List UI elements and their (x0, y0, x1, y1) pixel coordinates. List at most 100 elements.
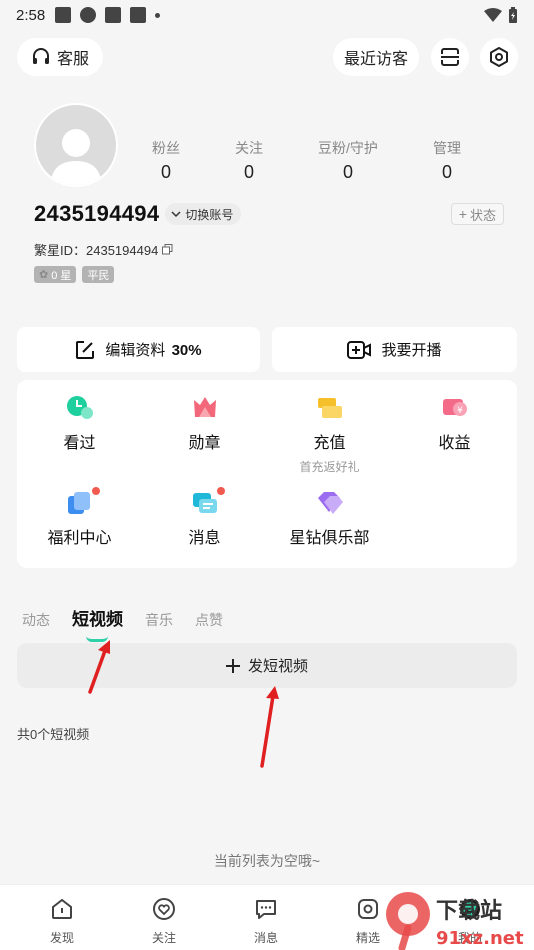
grid-item-welfare[interactable]: 福利中心 (17, 487, 142, 548)
grid-item-recharge[interactable]: 充值 首充返好礼 (267, 395, 392, 475)
copy-icon[interactable] (162, 244, 173, 255)
notification-dot (91, 487, 100, 495)
grid-label: 消息 (188, 530, 221, 547)
stat-value: 0 (160, 162, 171, 182)
stat-value: 0 (441, 162, 452, 182)
empty-list-message: 当前列表为空哦~ (213, 853, 321, 869)
diamond-club-icon (316, 490, 344, 516)
earnings-icon: ¥ (441, 395, 469, 421)
grid-item-earnings[interactable]: ¥ 收益 (392, 395, 517, 453)
grid-label: 收益 (438, 435, 471, 452)
status-bar: 2:58 (0, 0, 534, 30)
star-icon: ✿ (39, 269, 49, 281)
more-notifications-icon (155, 12, 161, 18)
featured-icon (358, 899, 378, 919)
top-bar: 客服 最近访客 (0, 38, 534, 76)
customer-service-button[interactable]: 客服 (17, 38, 103, 76)
status-time: 2:58 (16, 6, 46, 24)
stat-following[interactable]: 关注 0 (204, 138, 294, 183)
level-tags: ✿ 0 星 平民 (34, 266, 115, 283)
start-live-button[interactable]: 我要开播 (272, 327, 517, 372)
grid-label: 充值 (313, 435, 346, 452)
battery-icon (509, 7, 517, 23)
notification-icon (105, 7, 122, 23)
switch-account-label: 切换账号 (185, 207, 234, 222)
heart-icon (153, 898, 175, 920)
user-id-row: 繁星ID：2435194494 (34, 240, 173, 259)
stat-label: 豆粉/守护 (318, 140, 378, 156)
stats-row: 粉丝 0 关注 0 豆粉/守护 0 管理 0 (0, 138, 534, 182)
pinwheel-icon (80, 7, 97, 23)
stat-label: 管理 (433, 140, 461, 156)
grid-label: 福利中心 (47, 530, 112, 547)
notification-icon (130, 7, 147, 23)
tab-music[interactable]: 音乐 (145, 610, 173, 630)
nav-messages[interactable]: 消息 (236, 897, 296, 946)
notification-dot (216, 487, 225, 495)
recent-visitors-label: 最近访客 (343, 51, 408, 68)
start-live-label: 我要开播 (381, 342, 442, 359)
chevron-down-icon (171, 211, 181, 218)
edit-profile-button[interactable]: 编辑资料 30% (17, 327, 260, 372)
rank-badge: 平民 (82, 266, 115, 283)
headset-icon (32, 48, 49, 64)
user-row: 2435194494 切换账号 + 状态 (34, 200, 504, 228)
switch-account-button[interactable]: 切换账号 (165, 203, 242, 225)
home-icon (52, 898, 72, 919)
stat-label: 粉丝 (152, 140, 180, 156)
nav-label: 消息 (253, 931, 278, 945)
grid-label: 看过 (63, 435, 96, 452)
grid-item-star-diamond-club[interactable]: 星钻俱乐部 (267, 490, 392, 548)
grid-item-messages[interactable]: 消息 (142, 487, 267, 548)
customer-service-label: 客服 (56, 51, 89, 68)
recharge-icon (316, 395, 344, 421)
watermark-brand: 下载站 (436, 898, 502, 924)
watermark-site: 91xz.net (436, 928, 524, 949)
live-camera-icon (347, 340, 372, 359)
settings-button[interactable] (480, 38, 518, 76)
post-short-video-label: 发短视频 (247, 658, 308, 675)
grid-item-medals[interactable]: 勋章 (142, 395, 267, 453)
message-icon (191, 487, 225, 516)
notification-icon (55, 7, 72, 23)
video-count: 共0个短视频 (17, 727, 90, 742)
stat-value: 0 (243, 162, 254, 182)
nav-following[interactable]: 关注 (134, 897, 194, 946)
profile-completion: 30% (171, 342, 202, 359)
scan-icon (441, 48, 459, 66)
status-label: 状态 (469, 207, 496, 223)
history-icon (66, 395, 94, 421)
annotation-arrow (260, 686, 279, 768)
content-tabs: 动态 短视频 音乐 点赞 (22, 598, 223, 642)
username: 2435194494 (34, 201, 160, 226)
recent-visitors-button[interactable]: 最近访客 (333, 38, 419, 76)
nav-label: 关注 (151, 931, 176, 945)
edit-profile-label: 编辑资料 (105, 342, 166, 359)
stat-value: 0 (342, 162, 353, 182)
site-watermark: 下载站 91xz.net (386, 892, 524, 950)
scan-button[interactable] (431, 38, 469, 76)
tab-short-videos-label: 短视频 (72, 610, 123, 629)
nav-discover[interactable]: 发现 (32, 897, 92, 946)
feature-grid: 看过 勋章 充值 首充返好礼 ¥ 收益 福利中心 消息 星钻俱乐部 (17, 380, 517, 568)
grid-label: 星钻俱乐部 (289, 530, 370, 547)
tab-short-videos[interactable]: 短视频 (72, 605, 123, 642)
stat-guardians[interactable]: 豆粉/守护 0 (303, 138, 393, 183)
edit-icon (76, 340, 95, 359)
grid-label: 勋章 (188, 435, 221, 452)
grid-sub-label: 首充返好礼 (299, 460, 360, 474)
tab-moments[interactable]: 动态 (22, 610, 50, 630)
tab-likes[interactable]: 点赞 (195, 610, 223, 630)
rank-label: 平民 (87, 269, 110, 282)
stat-fans[interactable]: 粉丝 0 (121, 138, 211, 183)
status-button[interactable]: + 状态 (450, 203, 504, 225)
annotation-arrow (88, 640, 110, 694)
grid-item-history[interactable]: 看过 (17, 395, 142, 453)
wifi-icon (484, 8, 502, 22)
medal-icon (191, 395, 219, 421)
star-level-label: 0 星 (51, 269, 72, 282)
svg-text:¥: ¥ (457, 406, 463, 416)
stat-admin[interactable]: 管理 0 (402, 138, 492, 183)
nav-label: 发现 (49, 931, 74, 945)
welfare-icon (66, 487, 100, 516)
